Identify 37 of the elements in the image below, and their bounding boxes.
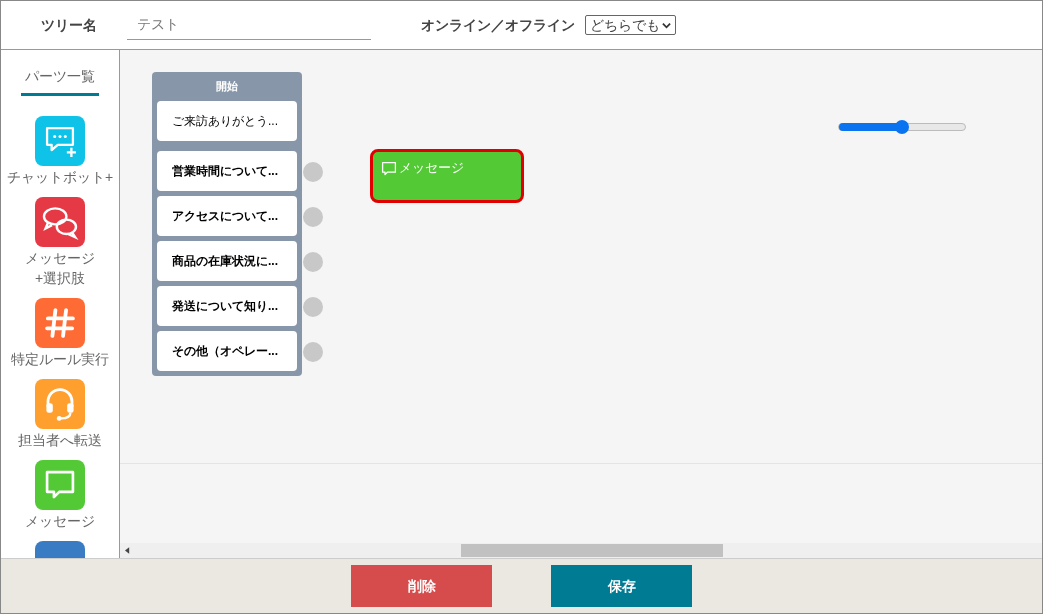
zoom-slider[interactable] xyxy=(838,120,966,134)
message-item[interactable]: ご来訪ありがとう... xyxy=(157,100,297,141)
part-label: チャットボット+ xyxy=(6,168,114,187)
choice-item[interactable]: アクセスについて... xyxy=(157,195,297,236)
choice-item[interactable]: 発送について知り... xyxy=(157,285,297,326)
choice-item[interactable]: 営業時間について... xyxy=(157,150,297,191)
online-offline-label: オンライン／オフライン xyxy=(421,15,575,35)
part-tile[interactable] xyxy=(35,379,85,429)
horizontal-scrollbar[interactable] xyxy=(120,543,1042,558)
save-button[interactable]: 保存 xyxy=(551,565,692,607)
tree-name-field[interactable]: テスト xyxy=(127,14,371,40)
choice-item[interactable]: その他（オペレー... xyxy=(157,330,297,371)
connector-port[interactable] xyxy=(303,341,323,362)
part-label: 担当者へ転送 xyxy=(18,431,102,450)
part-label: 特定ルール実行 xyxy=(11,350,109,369)
part-label: メッセージ +選択肢 xyxy=(25,249,95,288)
parts-list-tab[interactable]: パーツ一覧 xyxy=(21,66,99,96)
chevron-down-icon xyxy=(662,20,671,30)
online-offline-select[interactable]: どちらでも xyxy=(585,15,676,35)
connector-port[interactable] xyxy=(303,296,323,317)
connector-port[interactable] xyxy=(303,251,323,272)
choice-item[interactable]: 商品の在庫状況に... xyxy=(157,240,297,281)
part-tile[interactable] xyxy=(35,197,85,247)
start-node-title: 開始 xyxy=(215,79,239,94)
part-tile[interactable] xyxy=(35,116,85,166)
part-tile[interactable] xyxy=(35,298,85,348)
slider-thumb[interactable] xyxy=(895,120,909,134)
part-tile[interactable] xyxy=(35,460,85,510)
connector-port[interactable] xyxy=(303,206,323,227)
part-label: メッセージ xyxy=(25,512,95,531)
node-label: メッセージ xyxy=(399,159,464,177)
delete-button[interactable]: 削除 xyxy=(351,565,492,607)
chat-bubble-icon xyxy=(381,161,397,177)
scroll-left-icon[interactable] xyxy=(125,547,130,554)
connector-port[interactable] xyxy=(303,161,323,182)
tree-name-label: ツリー名 xyxy=(41,15,97,35)
scrollbar-thumb[interactable] xyxy=(461,544,723,557)
